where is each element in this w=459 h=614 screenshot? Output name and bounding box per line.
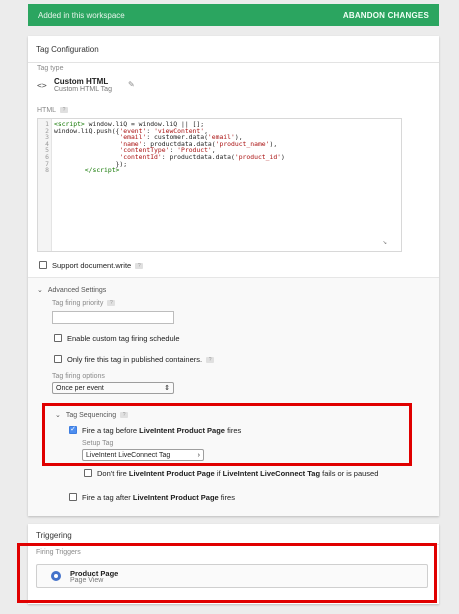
chevron-down-icon: ⌄ <box>37 287 43 294</box>
code-content: <script> window.liQ = window.liQ || []; … <box>54 120 285 175</box>
priority-label: Tag firing priority? <box>52 300 116 307</box>
advanced-settings-section: ⌄ Advanced Settings Tag firing priority? … <box>28 278 439 516</box>
firing-options-select[interactable]: Once per event ⇕ <box>52 382 174 394</box>
advanced-settings-toggle[interactable]: ⌄ Advanced Settings <box>37 286 106 294</box>
custom-schedule-label: Enable custom tag firing schedule <box>67 334 180 343</box>
workspace-status-text: Added in this workspace <box>38 10 125 20</box>
html-code-editor[interactable]: 12345678 <script> window.liQ = window.li… <box>37 118 402 252</box>
fire-after-checkbox[interactable] <box>69 493 77 501</box>
dont-fire-checkbox[interactable] <box>84 469 92 477</box>
tag-type-subtitle: Custom HTML Tag <box>54 86 112 93</box>
fire-after-label: Fire a tag after LiveIntent Product Page… <box>82 493 235 502</box>
pencil-icon[interactable]: ✎ <box>128 80 135 89</box>
custom-schedule-checkbox[interactable] <box>54 334 62 342</box>
divider <box>28 62 439 63</box>
firing-options-label: Tag firing options <box>52 373 105 380</box>
tag-type-name[interactable]: Custom HTML <box>54 77 108 86</box>
firing-triggers-highlight <box>17 543 437 603</box>
published-only-checkbox[interactable] <box>54 355 62 363</box>
support-docwrite-checkbox[interactable] <box>39 261 47 269</box>
triggering-title: Triggering <box>36 531 72 540</box>
workspace-status-bar: Added in this workspace ABANDON CHANGES <box>28 4 439 26</box>
priority-input[interactable] <box>52 311 174 324</box>
card-title: Tag Configuration <box>36 45 99 54</box>
published-only-label: Only fire this tag in published containe… <box>67 355 215 364</box>
line-number-gutter: 12345678 <box>38 119 52 251</box>
html-label: HTML? <box>37 107 69 114</box>
tag-type-label: Tag type <box>37 65 64 72</box>
resize-handle-icon[interactable]: ↘ <box>383 239 387 246</box>
tag-sequencing-highlight <box>42 403 412 466</box>
abandon-changes-button[interactable]: ABANDON CHANGES <box>343 11 429 20</box>
code-icon: <> <box>37 81 47 90</box>
help-icon: ? <box>135 263 144 270</box>
help-icon: ? <box>60 107 69 114</box>
support-docwrite-label: Support document.write? <box>52 261 144 270</box>
updown-icon: ⇕ <box>164 385 170 392</box>
help-icon: ? <box>206 357 215 364</box>
help-icon: ? <box>107 300 116 307</box>
dont-fire-label: Don't fire LiveIntent Product Page if Li… <box>97 469 379 478</box>
